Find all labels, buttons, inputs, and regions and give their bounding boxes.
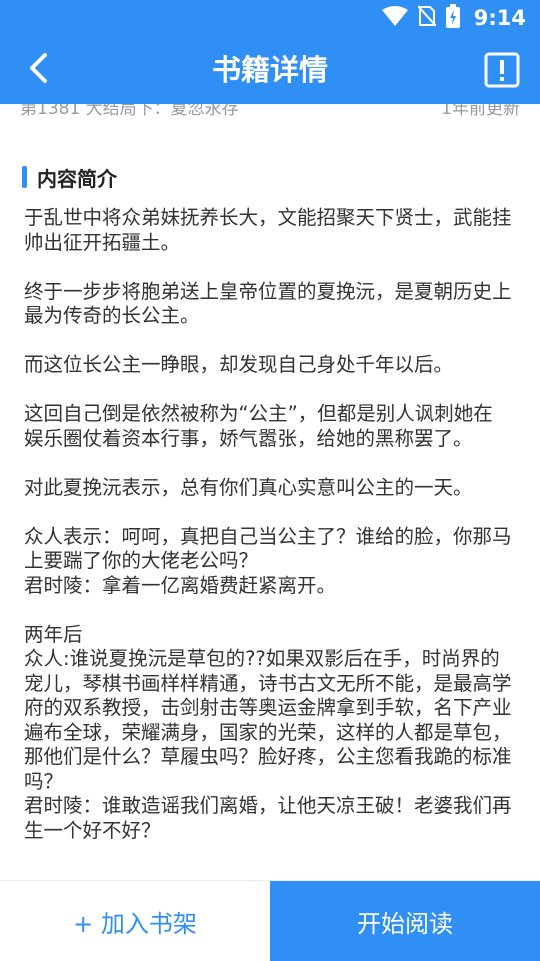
battery-charging-icon	[445, 4, 460, 32]
book-detail-content[interactable]: 第1381 大结局下：夏忽永存 1年前更新 内容简介 于乱世中将众弟妹抚养长大，…	[0, 104, 540, 880]
back-button[interactable]	[18, 50, 58, 90]
book-intro-text: 于乱世中将众弟妹抚养长大，文能招聚天下贤士，武能挂帅出征开拓疆土。 终于一步步将…	[24, 206, 512, 842]
status-time: 9:14	[473, 6, 526, 30]
alert-icon	[484, 52, 520, 92]
add-to-shelf-button[interactable]: + 加入书架	[0, 881, 270, 961]
latest-chapter-title: 第1381 大结局下：夏忽永存	[20, 104, 239, 119]
no-sim-icon	[417, 5, 437, 31]
wifi-icon	[381, 6, 408, 30]
latest-chapter-row[interactable]: 第1381 大结局下：夏忽永存 1年前更新	[20, 104, 520, 119]
section-title: 内容简介	[37, 166, 117, 191]
report-button[interactable]	[484, 52, 520, 88]
section-accent-bar	[22, 166, 27, 188]
section-header: 内容简介	[22, 164, 117, 191]
chevron-left-icon	[27, 52, 49, 88]
bottom-action-bar: + 加入书架 开始阅读	[0, 880, 540, 961]
start-reading-button[interactable]: 开始阅读	[270, 881, 540, 961]
update-time: 1年前更新	[441, 104, 520, 119]
status-icons: 9:14	[381, 4, 526, 32]
status-bar: 9:14	[0, 0, 540, 36]
page-title: 书籍详情	[211, 53, 328, 87]
app-bar: 书籍详情	[0, 36, 540, 104]
